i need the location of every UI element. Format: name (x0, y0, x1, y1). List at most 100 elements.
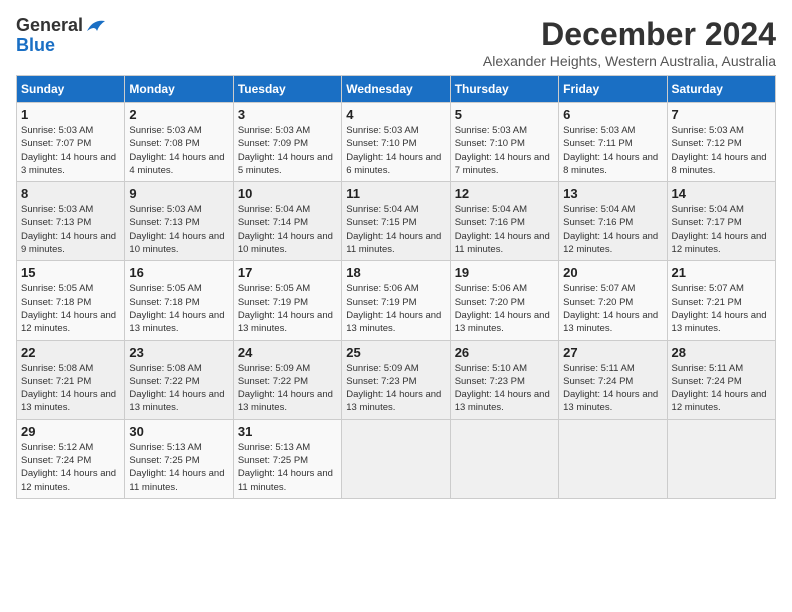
calendar-day-cell: 14 Sunrise: 5:04 AM Sunset: 7:17 PM Dayl… (667, 182, 775, 261)
calendar-day-cell: 6 Sunrise: 5:03 AM Sunset: 7:11 PM Dayli… (559, 103, 667, 182)
month-year-title: December 2024 (483, 16, 776, 53)
day-number: 10 (238, 186, 337, 201)
calendar-day-cell: 27 Sunrise: 5:11 AM Sunset: 7:24 PM Dayl… (559, 340, 667, 419)
day-of-week-header: Tuesday (233, 76, 341, 103)
calendar-day-cell: 17 Sunrise: 5:05 AM Sunset: 7:19 PM Dayl… (233, 261, 341, 340)
day-number: 28 (672, 345, 771, 360)
day-detail: Sunrise: 5:10 AM Sunset: 7:23 PM Dayligh… (455, 362, 554, 415)
calendar-day-cell (342, 419, 450, 498)
day-number: 21 (672, 265, 771, 280)
day-number: 7 (672, 107, 771, 122)
day-number: 16 (129, 265, 228, 280)
calendar-day-cell: 5 Sunrise: 5:03 AM Sunset: 7:10 PM Dayli… (450, 103, 558, 182)
day-number: 29 (21, 424, 120, 439)
day-number: 19 (455, 265, 554, 280)
day-detail: Sunrise: 5:03 AM Sunset: 7:10 PM Dayligh… (455, 124, 554, 177)
logo-blue-text: Blue (16, 36, 55, 56)
day-detail: Sunrise: 5:05 AM Sunset: 7:18 PM Dayligh… (21, 282, 120, 335)
day-detail: Sunrise: 5:08 AM Sunset: 7:21 PM Dayligh… (21, 362, 120, 415)
calendar-day-cell (450, 419, 558, 498)
day-number: 22 (21, 345, 120, 360)
calendar-day-cell: 15 Sunrise: 5:05 AM Sunset: 7:18 PM Dayl… (17, 261, 125, 340)
calendar-day-cell: 31 Sunrise: 5:13 AM Sunset: 7:25 PM Dayl… (233, 419, 341, 498)
calendar-day-cell: 18 Sunrise: 5:06 AM Sunset: 7:19 PM Dayl… (342, 261, 450, 340)
day-detail: Sunrise: 5:12 AM Sunset: 7:24 PM Dayligh… (21, 441, 120, 494)
calendar-day-cell: 29 Sunrise: 5:12 AM Sunset: 7:24 PM Dayl… (17, 419, 125, 498)
day-number: 23 (129, 345, 228, 360)
day-detail: Sunrise: 5:03 AM Sunset: 7:08 PM Dayligh… (129, 124, 228, 177)
calendar-day-cell: 20 Sunrise: 5:07 AM Sunset: 7:20 PM Dayl… (559, 261, 667, 340)
day-number: 17 (238, 265, 337, 280)
logo-bird-icon (85, 17, 107, 35)
calendar-table: SundayMondayTuesdayWednesdayThursdayFrid… (16, 75, 776, 499)
day-detail: Sunrise: 5:06 AM Sunset: 7:20 PM Dayligh… (455, 282, 554, 335)
calendar-day-cell: 28 Sunrise: 5:11 AM Sunset: 7:24 PM Dayl… (667, 340, 775, 419)
day-detail: Sunrise: 5:04 AM Sunset: 7:16 PM Dayligh… (563, 203, 662, 256)
day-number: 20 (563, 265, 662, 280)
day-number: 12 (455, 186, 554, 201)
day-number: 30 (129, 424, 228, 439)
calendar-day-cell: 16 Sunrise: 5:05 AM Sunset: 7:18 PM Dayl… (125, 261, 233, 340)
calendar-day-cell: 30 Sunrise: 5:13 AM Sunset: 7:25 PM Dayl… (125, 419, 233, 498)
day-number: 27 (563, 345, 662, 360)
calendar-header-row: SundayMondayTuesdayWednesdayThursdayFrid… (17, 76, 776, 103)
calendar-day-cell: 25 Sunrise: 5:09 AM Sunset: 7:23 PM Dayl… (342, 340, 450, 419)
day-detail: Sunrise: 5:04 AM Sunset: 7:14 PM Dayligh… (238, 203, 337, 256)
location-subtitle: Alexander Heights, Western Australia, Au… (483, 53, 776, 69)
logo: General Blue (16, 16, 107, 56)
day-of-week-header: Thursday (450, 76, 558, 103)
calendar-day-cell (559, 419, 667, 498)
day-detail: Sunrise: 5:04 AM Sunset: 7:15 PM Dayligh… (346, 203, 445, 256)
calendar-day-cell: 22 Sunrise: 5:08 AM Sunset: 7:21 PM Dayl… (17, 340, 125, 419)
day-detail: Sunrise: 5:13 AM Sunset: 7:25 PM Dayligh… (129, 441, 228, 494)
day-detail: Sunrise: 5:03 AM Sunset: 7:09 PM Dayligh… (238, 124, 337, 177)
day-detail: Sunrise: 5:11 AM Sunset: 7:24 PM Dayligh… (563, 362, 662, 415)
day-number: 18 (346, 265, 445, 280)
day-detail: Sunrise: 5:07 AM Sunset: 7:21 PM Dayligh… (672, 282, 771, 335)
calendar-week-row: 29 Sunrise: 5:12 AM Sunset: 7:24 PM Dayl… (17, 419, 776, 498)
day-detail: Sunrise: 5:03 AM Sunset: 7:10 PM Dayligh… (346, 124, 445, 177)
day-number: 8 (21, 186, 120, 201)
day-number: 31 (238, 424, 337, 439)
day-number: 25 (346, 345, 445, 360)
day-detail: Sunrise: 5:09 AM Sunset: 7:22 PM Dayligh… (238, 362, 337, 415)
day-number: 24 (238, 345, 337, 360)
day-number: 11 (346, 186, 445, 201)
day-detail: Sunrise: 5:07 AM Sunset: 7:20 PM Dayligh… (563, 282, 662, 335)
calendar-week-row: 22 Sunrise: 5:08 AM Sunset: 7:21 PM Dayl… (17, 340, 776, 419)
day-number: 4 (346, 107, 445, 122)
day-detail: Sunrise: 5:03 AM Sunset: 7:11 PM Dayligh… (563, 124, 662, 177)
calendar-day-cell: 4 Sunrise: 5:03 AM Sunset: 7:10 PM Dayli… (342, 103, 450, 182)
day-number: 14 (672, 186, 771, 201)
day-number: 6 (563, 107, 662, 122)
day-detail: Sunrise: 5:13 AM Sunset: 7:25 PM Dayligh… (238, 441, 337, 494)
day-number: 15 (21, 265, 120, 280)
day-of-week-header: Monday (125, 76, 233, 103)
calendar-day-cell (667, 419, 775, 498)
calendar-week-row: 1 Sunrise: 5:03 AM Sunset: 7:07 PM Dayli… (17, 103, 776, 182)
day-number: 9 (129, 186, 228, 201)
calendar-day-cell: 12 Sunrise: 5:04 AM Sunset: 7:16 PM Dayl… (450, 182, 558, 261)
day-detail: Sunrise: 5:03 AM Sunset: 7:13 PM Dayligh… (21, 203, 120, 256)
page-header: General Blue December 2024 Alexander Hei… (16, 16, 776, 69)
day-of-week-header: Sunday (17, 76, 125, 103)
day-number: 3 (238, 107, 337, 122)
day-of-week-header: Wednesday (342, 76, 450, 103)
calendar-week-row: 15 Sunrise: 5:05 AM Sunset: 7:18 PM Dayl… (17, 261, 776, 340)
calendar-day-cell: 3 Sunrise: 5:03 AM Sunset: 7:09 PM Dayli… (233, 103, 341, 182)
calendar-day-cell: 26 Sunrise: 5:10 AM Sunset: 7:23 PM Dayl… (450, 340, 558, 419)
calendar-day-cell: 11 Sunrise: 5:04 AM Sunset: 7:15 PM Dayl… (342, 182, 450, 261)
day-number: 13 (563, 186, 662, 201)
day-detail: Sunrise: 5:08 AM Sunset: 7:22 PM Dayligh… (129, 362, 228, 415)
day-detail: Sunrise: 5:05 AM Sunset: 7:18 PM Dayligh… (129, 282, 228, 335)
day-detail: Sunrise: 5:11 AM Sunset: 7:24 PM Dayligh… (672, 362, 771, 415)
day-detail: Sunrise: 5:03 AM Sunset: 7:13 PM Dayligh… (129, 203, 228, 256)
day-detail: Sunrise: 5:04 AM Sunset: 7:16 PM Dayligh… (455, 203, 554, 256)
day-detail: Sunrise: 5:03 AM Sunset: 7:12 PM Dayligh… (672, 124, 771, 177)
day-detail: Sunrise: 5:04 AM Sunset: 7:17 PM Dayligh… (672, 203, 771, 256)
day-of-week-header: Friday (559, 76, 667, 103)
day-number: 26 (455, 345, 554, 360)
day-detail: Sunrise: 5:06 AM Sunset: 7:19 PM Dayligh… (346, 282, 445, 335)
calendar-day-cell: 9 Sunrise: 5:03 AM Sunset: 7:13 PM Dayli… (125, 182, 233, 261)
calendar-day-cell: 7 Sunrise: 5:03 AM Sunset: 7:12 PM Dayli… (667, 103, 775, 182)
